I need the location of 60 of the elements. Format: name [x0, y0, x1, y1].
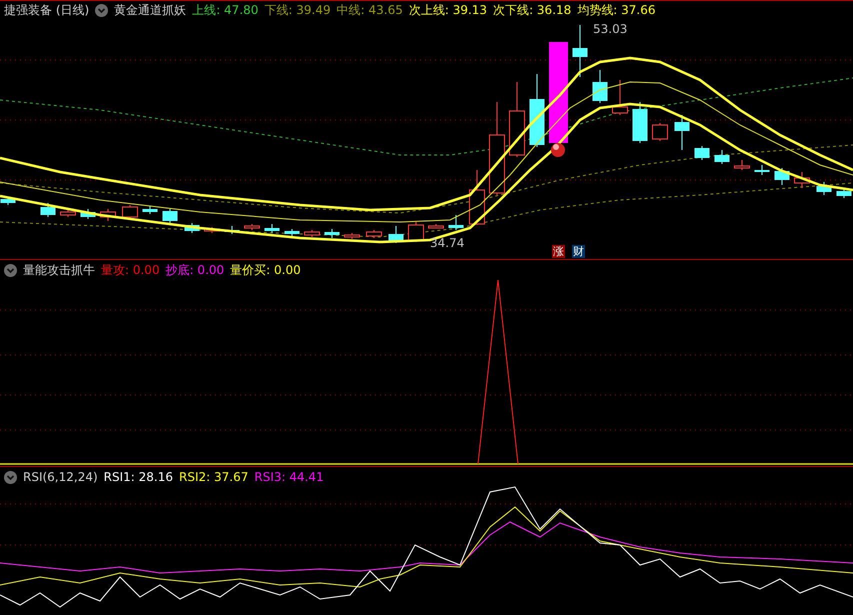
candlestick — [469, 170, 485, 226]
legend-value: 抄底: 0.00 — [166, 262, 224, 278]
legend-value: RSI1: 28.16 — [104, 469, 174, 485]
chevron-down-icon[interactable] — [4, 264, 17, 276]
candlestick — [184, 222, 200, 234]
candlestick — [284, 228, 300, 236]
legend-value: 量攻: 0.00 — [101, 262, 160, 278]
candlestick — [60, 210, 76, 218]
candlestick — [162, 208, 178, 224]
candlestick — [652, 122, 668, 142]
candlestick — [344, 232, 360, 240]
high-price-label: 53.03 — [593, 22, 628, 36]
candlestick — [572, 24, 588, 78]
legend-value: 次下线: 36.18 — [493, 2, 572, 18]
candlestick — [408, 222, 424, 242]
indicator-name: RSI(6,12,24) — [23, 469, 98, 485]
legend-value: 上线: 47.80 — [192, 2, 258, 18]
chevron-down-icon[interactable] — [4, 470, 17, 484]
candlestick — [734, 160, 750, 170]
candlestick — [592, 70, 608, 104]
low-price-label: 34.74 — [430, 236, 464, 250]
legend-value: RSI2: 37.67 — [179, 469, 248, 485]
candlestick — [794, 172, 810, 188]
legend-value: 量价买: 0.00 — [230, 262, 301, 278]
candlestick — [0, 196, 16, 206]
ball-icon — [551, 143, 565, 157]
candlestick — [40, 202, 56, 218]
candlestick — [612, 80, 628, 116]
legend-value: 均势线: 37.66 — [577, 2, 656, 18]
legend-value: 下线: 39.49 — [264, 2, 331, 18]
candlestick — [836, 188, 852, 198]
candlestick — [324, 228, 340, 238]
candlestick — [774, 168, 790, 186]
candlestick — [224, 226, 240, 234]
chevron-down-icon[interactable] — [95, 4, 108, 16]
candlestick — [632, 102, 648, 144]
candlestick — [694, 146, 710, 160]
candlestick — [448, 214, 464, 230]
candlestick — [100, 208, 116, 222]
candlestick — [366, 230, 382, 238]
indicator-name: 量能攻击抓牛 — [23, 262, 95, 278]
candlestick — [754, 164, 770, 176]
candlestick — [714, 150, 730, 164]
signal-tag: 财 — [572, 245, 585, 258]
legend-value: 次上线: 39.13 — [408, 2, 488, 18]
candlestick — [816, 182, 832, 196]
candlestick — [264, 224, 280, 234]
candlestick — [304, 230, 320, 238]
signal-tag: 涨 — [552, 245, 565, 258]
chart-title: 捷强装备 (日线) — [4, 2, 90, 18]
candlestick — [80, 208, 96, 220]
candlestick — [388, 226, 404, 244]
indicator-name: 黄金通道抓妖 — [114, 2, 186, 18]
candlestick — [142, 206, 158, 214]
candlestick — [122, 204, 138, 220]
candlestick — [428, 224, 444, 228]
legend-value: 中线: 43.65 — [336, 2, 403, 18]
candlestick — [204, 226, 220, 234]
candlestick — [674, 114, 690, 150]
legend-value: RSI3: 44.41 — [254, 469, 324, 485]
